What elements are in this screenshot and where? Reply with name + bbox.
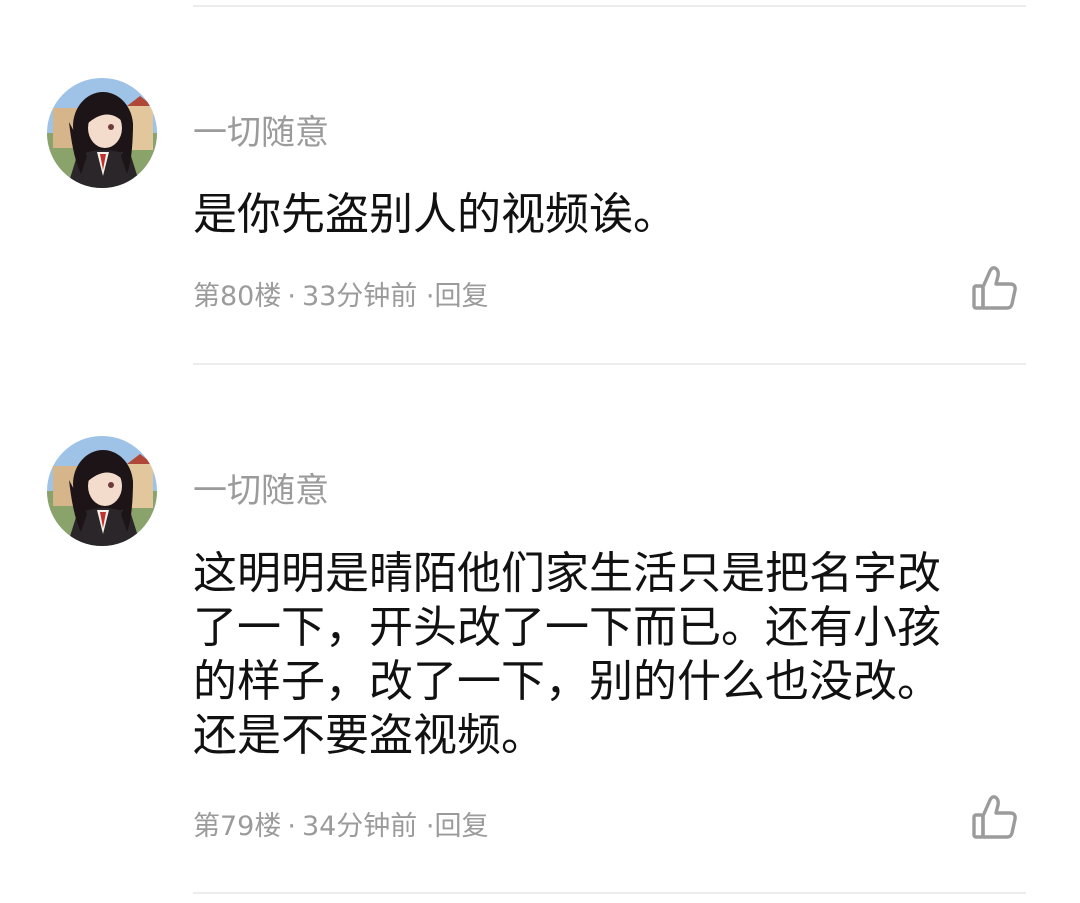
timestamp: 33分钟前	[301, 281, 418, 312]
comment-text: 这明明是晴陌他们家生活只是把名字改了一下，开头改了一下而已。还有小孩的样子，改了…	[193, 548, 941, 761]
floor-number: 第79楼	[193, 811, 282, 842]
comment-divider	[193, 892, 1026, 894]
floor-number: 第80楼	[193, 281, 282, 312]
timestamp: 34分钟前	[301, 811, 418, 842]
thumbs-up-icon[interactable]	[970, 794, 1020, 842]
comment-meta: 第80楼 · 33分钟前 ·回复	[193, 280, 489, 314]
reply-button[interactable]: ·回复	[426, 811, 489, 842]
reply-button[interactable]: ·回复	[426, 281, 489, 312]
username[interactable]: 一切随意	[193, 113, 329, 153]
comment-divider	[193, 363, 1026, 365]
username[interactable]: 一切随意	[193, 471, 329, 511]
comment-meta: 第79楼 · 34分钟前 ·回复	[193, 810, 489, 844]
divider-top	[193, 5, 1026, 7]
avatar[interactable]	[47, 78, 157, 188]
meta-separator: ·	[287, 811, 296, 842]
meta-separator: ·	[287, 281, 296, 312]
thumbs-up-icon[interactable]	[970, 265, 1020, 313]
avatar[interactable]	[47, 436, 157, 546]
comment-text: 是你先盗别人的视频诶。	[193, 189, 677, 240]
